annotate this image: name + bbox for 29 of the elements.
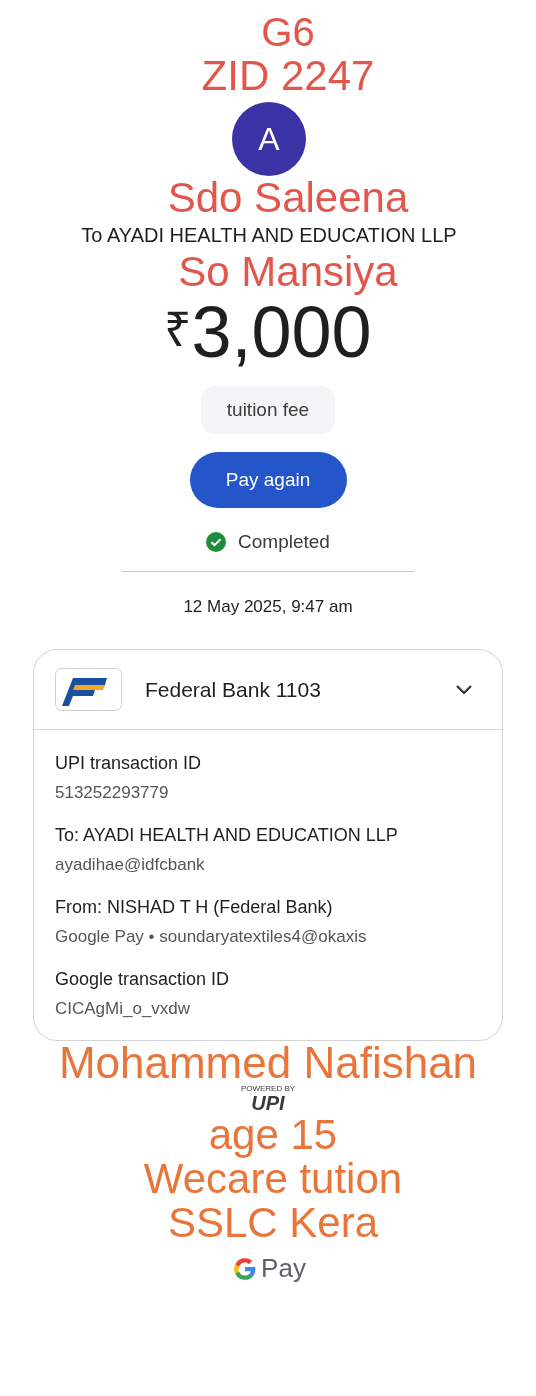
currency-symbol: ₹ — [164, 306, 192, 354]
chevron-down-icon[interactable] — [455, 683, 473, 696]
google-pay-wordmark: Pay — [261, 1252, 306, 1285]
annotation-text: So Mansiya — [178, 250, 398, 294]
status-label: Completed — [238, 530, 330, 554]
detail-value: 513252293779 — [55, 782, 170, 804]
annotation-text: G6 — [261, 10, 315, 54]
annotation-text: age 15 — [208, 1113, 338, 1157]
detail-label: UPI transaction ID — [55, 752, 203, 774]
detail-label: Google transaction ID — [55, 968, 231, 990]
detail-label: From: NISHAD T H (Federal Bank) — [55, 896, 334, 918]
bank-logo-icon — [55, 668, 122, 711]
transaction-date: 12 May 2025, 9:47 am — [183, 595, 353, 618]
upi-logo: POWERED BY UPI — [240, 1085, 296, 1113]
detail-value: Google Pay • soundaryatextiles4@okaxis — [55, 926, 368, 948]
annotation-text: Mohammed Nafishan — [58, 1041, 478, 1085]
avatar: A — [232, 102, 306, 176]
annotation-text: ZID 2247 — [201, 54, 375, 98]
detail-value: CICAgMi_o_vxdw — [55, 998, 192, 1020]
bank-account-name: Federal Bank 1103 — [145, 676, 322, 703]
pay-again-button[interactable]: Pay again — [189, 452, 347, 508]
amount: 3,000 — [191, 296, 372, 368]
recipient-name: To AYADI HEALTH AND EDUCATION LLP — [81, 223, 457, 248]
annotation-text: SSLC Kera — [167, 1201, 379, 1245]
payment-note: tuition fee — [200, 386, 336, 434]
detail-value: ayadihae@idfcbank — [55, 854, 206, 876]
annotation-text: Wecare tution — [143, 1157, 403, 1201]
annotation-text: Sdo Saleena — [167, 176, 409, 220]
detail-label: To: AYADI HEALTH AND EDUCATION LLP — [55, 824, 399, 846]
